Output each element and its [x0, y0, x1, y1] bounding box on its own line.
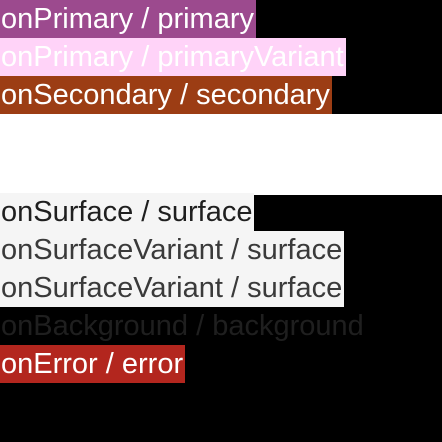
surface-swatch: onSurface / surface — [0, 193, 255, 231]
background-swatch: onBackground / background — [0, 307, 442, 345]
primary-swatch: onPrimary / primary — [0, 0, 256, 38]
middle-panel — [0, 114, 442, 195]
surface-variant-swatch: onSurfaceVariant / surface — [0, 231, 345, 269]
secondary-swatch: onSecondary / secondary — [0, 76, 332, 114]
surface-variant-swatch-2: onSurfaceVariant / surface — [0, 269, 345, 307]
error-swatch: onError / error — [0, 345, 186, 383]
primary-variant-swatch: onPrimary / primaryVariant — [0, 38, 346, 76]
